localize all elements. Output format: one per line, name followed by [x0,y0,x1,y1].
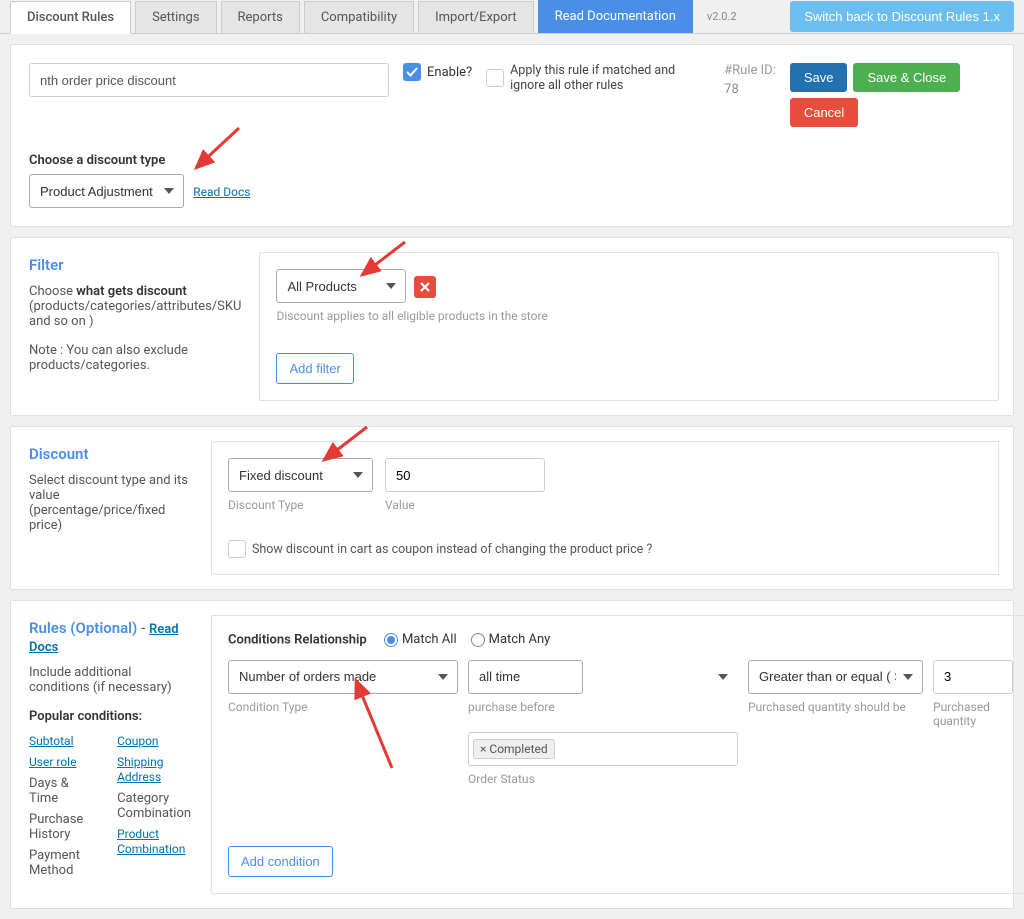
filter-desc: Choose what gets discount (products/cate… [29,284,241,329]
version-label: v2.0.2 [707,10,737,23]
quantity-operator-sublabel: Purchased quantity should be [748,700,923,714]
rules-desc: Include additional conditions (if necess… [29,665,193,695]
discount-type-value-select[interactable]: Fixed discount [228,458,373,492]
remove-filter-button[interactable] [414,276,436,298]
discount-panel: Discount Select discount type and its va… [10,426,1014,590]
switch-back-button[interactable]: Switch back to Discount Rules 1.x [790,1,1014,32]
rule-id: #Rule ID: 78 [724,63,776,97]
filter-title: Filter [29,256,241,274]
tab-discount-rules[interactable]: Discount Rules [10,1,131,34]
read-docs-link[interactable]: Read Docs [193,185,250,199]
popular-condition-link[interactable]: Purchase History [29,812,83,842]
add-filter-button[interactable]: Add filter [276,353,353,384]
tab-read-documentation[interactable]: Read Documentation [538,0,693,33]
discount-desc: Select discount type and its value (perc… [29,473,193,533]
discount-value-sublabel: Value [385,498,545,512]
add-condition-button[interactable]: Add condition [228,846,333,877]
condition-type-sublabel: Condition Type [228,700,458,714]
rule-name-input[interactable] [29,63,389,97]
match-any-label: Match Any [489,632,551,647]
match-all-label: Match All [402,632,457,647]
popular-conditions-links: Subtotal User role Days & Time Purchase His… [29,734,193,884]
popular-condition-link[interactable]: User role [29,755,76,769]
tab-compatibility[interactable]: Compatibility [304,1,414,33]
popular-condition-link[interactable]: Shipping Address [117,755,163,784]
tab-import-export[interactable]: Import/Export [418,1,534,33]
cancel-button[interactable]: Cancel [790,98,858,127]
enable-label: Enable? [427,65,472,80]
filter-panel: Filter Choose what gets discount (produc… [10,237,1014,416]
popular-condition-link[interactable]: Product Combination [117,827,185,856]
popular-condition-link[interactable]: Coupon [117,734,158,748]
filter-hint: Discount applies to all eligible product… [276,309,982,323]
popular-condition-link[interactable]: Days & Time [29,776,69,806]
filter-select[interactable]: All Products [276,269,406,303]
top-tabs: Discount Rules Settings Reports Compatib… [0,0,1024,34]
tab-reports[interactable]: Reports [221,1,300,33]
save-button[interactable]: Save [790,63,848,92]
rules-panel: Rules (Optional) - Read Docs Include add… [10,600,1014,909]
rule-header-card: Enable? Apply this rule if matched and i… [10,44,1014,227]
discount-title: Discount [29,445,193,463]
ignore-others-label: Apply this rule if matched and ignore al… [510,63,710,93]
show-as-coupon-checkbox[interactable] [228,540,246,558]
conditions-relationship-label: Conditions Relationship [228,633,367,648]
order-status-input[interactable]: × Completed [468,732,738,766]
show-as-coupon-label: Show discount in cart as coupon instead … [252,542,652,557]
discount-value-input[interactable] [385,458,545,492]
discount-type-select[interactable]: Product Adjustment [29,174,184,208]
order-status-tag[interactable]: × Completed [473,739,555,759]
purchase-before-sublabel: purchase before [468,700,738,714]
match-any-radio[interactable] [471,633,485,647]
popular-condition-link[interactable]: Category Combination [117,791,191,821]
enable-checkbox[interactable] [403,63,421,81]
ignore-others-checkbox[interactable] [486,69,504,87]
discount-type-sublabel: Discount Type [228,498,373,512]
match-all-radio[interactable] [384,633,398,647]
close-icon [419,281,431,293]
purchased-quantity-input[interactable] [933,660,1013,694]
condition-type-select[interactable]: Number of orders made [228,660,458,694]
save-close-button[interactable]: Save & Close [853,63,960,92]
filter-note: Note : You can also exclude products/cat… [29,343,241,373]
tab-settings[interactable]: Settings [135,1,216,33]
purchase-before-select[interactable]: all time [468,660,583,694]
quantity-operator-select[interactable]: Greater than or equal ( >= ) [748,660,923,694]
rules-title: Rules (Optional) - Read Docs [29,619,193,655]
popular-condition-link[interactable]: Payment Method [29,848,80,878]
popular-conditions-label: Popular conditions: [29,709,193,724]
popular-condition-link[interactable]: Subtotal [29,734,74,748]
discount-type-label: Choose a discount type [29,153,995,168]
purchased-quantity-sublabel: Purchased quantity [933,700,1013,728]
order-status-sublabel: Order Status [468,772,738,786]
